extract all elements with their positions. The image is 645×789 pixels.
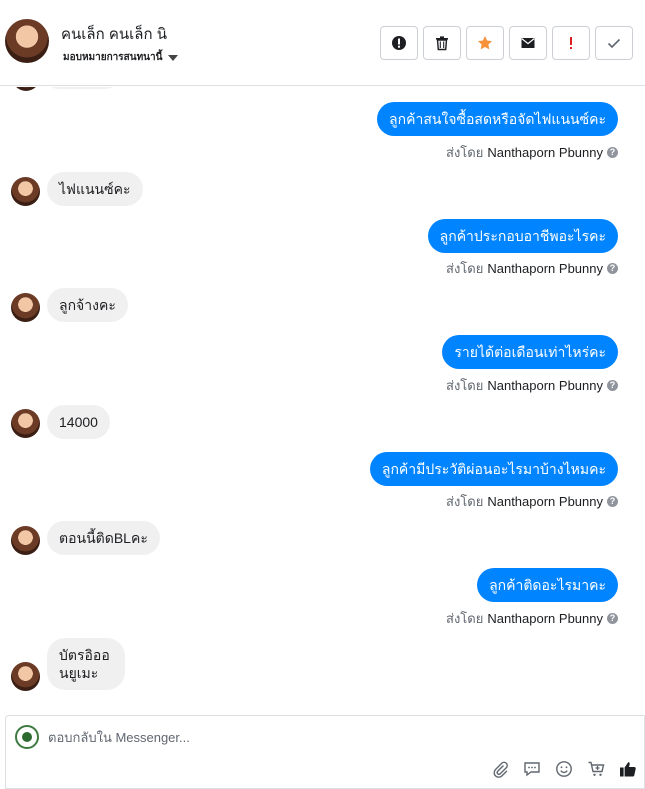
sent-by-prefix: ส่งโดย xyxy=(446,145,484,160)
help-icon[interactable]: ? xyxy=(607,263,618,274)
sent-by-prefix: ส่งโดย xyxy=(446,378,484,393)
reply-input[interactable] xyxy=(48,730,608,745)
sent-by-line: ส่งโดย Nanthaporn Pbunny ? xyxy=(446,142,618,163)
shop-button[interactable] xyxy=(586,759,606,779)
customer-avatar-small xyxy=(11,409,40,438)
incoming-message: ลูกจ้างคะ xyxy=(47,288,128,322)
paperclip-icon xyxy=(493,761,508,778)
incoming-message-partial xyxy=(47,87,117,89)
page-logo xyxy=(15,725,39,749)
like-button[interactable] xyxy=(618,759,638,779)
message-thread[interactable]: ลูกค้าสนใจซื้อสดหรือจัดไฟแนนซ์คะ ส่งโดย … xyxy=(0,87,645,715)
customer-avatar-small xyxy=(11,177,40,206)
outgoing-message-text: ลูกค้าประกอบอาชีพอะไรคะ xyxy=(427,219,618,253)
sent-by-prefix: ส่งโดย xyxy=(446,494,484,509)
sent-by-line: ส่งโดย Nanthaporn Pbunny ? xyxy=(446,375,618,396)
sender-name[interactable]: Nanthaporn Pbunny xyxy=(487,145,603,160)
mark-spam-button[interactable] xyxy=(380,26,418,60)
sender-name[interactable]: Nanthaporn Pbunny xyxy=(487,494,603,509)
outgoing-message: รายได้ต่อเดือนเท่าไหร่คะ xyxy=(442,335,618,369)
attach-button[interactable] xyxy=(490,759,510,779)
sender-name[interactable]: Nanthaporn Pbunny xyxy=(487,378,603,393)
composer-tools xyxy=(490,759,638,779)
incoming-message: ตอนนี้ติดBLคะ xyxy=(47,521,160,555)
emoji-button[interactable] xyxy=(554,759,574,779)
outgoing-message: ลูกค้าสนใจซื้อสดหรือจัดไฟแนนซ์คะ xyxy=(377,102,618,136)
sent-by-prefix: ส่งโดย xyxy=(446,611,484,626)
help-icon[interactable]: ? xyxy=(607,613,618,624)
outgoing-message-text: ลูกค้าติดอะไรมาคะ xyxy=(477,568,618,602)
exclamation-icon xyxy=(570,37,572,49)
incoming-message: 14000 xyxy=(47,405,110,439)
delete-button[interactable] xyxy=(423,26,461,60)
customer-avatar-small xyxy=(11,526,40,555)
thumbs-up-icon xyxy=(620,762,636,777)
customer-avatar-small xyxy=(11,293,40,322)
customer-name[interactable]: คนเล็ก คนเล็ก นิ xyxy=(61,22,167,46)
trash-icon xyxy=(436,36,448,51)
incoming-message-text: ไฟแนนซ์คะ xyxy=(47,172,143,206)
alert-circle-icon xyxy=(392,36,406,50)
sent-by-line: ส่งโดย Nanthaporn Pbunny ? xyxy=(446,608,618,629)
sender-name[interactable]: Nanthaporn Pbunny xyxy=(487,611,603,626)
envelope-icon xyxy=(521,38,535,48)
customer-avatar[interactable] xyxy=(5,19,49,63)
star-icon xyxy=(478,36,492,50)
reply-composer xyxy=(5,715,645,789)
help-icon[interactable]: ? xyxy=(607,380,618,391)
incoming-message-text: 14000 xyxy=(47,405,110,439)
sent-by-line: ส่งโดย Nanthaporn Pbunny ? xyxy=(446,491,618,512)
sender-name[interactable]: Nanthaporn Pbunny xyxy=(487,261,603,276)
cart-icon xyxy=(588,761,605,776)
emoji-icon xyxy=(556,761,572,777)
speech-bubble-icon xyxy=(524,762,540,777)
outgoing-message-text: ลูกค้ามีประวัติผ่อนอะไรมาบ้างไหมคะ xyxy=(369,452,618,486)
mark-done-button[interactable] xyxy=(595,26,633,60)
mark-unread-button[interactable] xyxy=(509,26,547,60)
sent-by-prefix: ส่งโดย xyxy=(446,261,484,276)
sent-by-line: ส่งโดย Nanthaporn Pbunny ? xyxy=(446,258,618,279)
incoming-message-text: ตอนนี้ติดBLคะ xyxy=(47,521,160,555)
outgoing-message: ลูกค้ามีประวัติผ่อนอะไรมาบ้างไหมคะ xyxy=(369,452,618,486)
outgoing-message: ลูกค้าประกอบอาชีพอะไรคะ xyxy=(427,219,618,253)
outgoing-message: ลูกค้าติดอะไรมาคะ xyxy=(477,568,618,602)
outgoing-message-text: ลูกค้าสนใจซื้อสดหรือจัดไฟแนนซ์คะ xyxy=(377,102,618,136)
help-icon[interactable]: ? xyxy=(607,147,618,158)
check-icon xyxy=(607,38,621,49)
saved-replies-button[interactable] xyxy=(522,759,542,779)
assign-conversation-dropdown[interactable]: มอบหมายการสนทนานี้ xyxy=(63,50,179,65)
caret-down-icon xyxy=(168,54,179,61)
assign-label: มอบหมายการสนทนานี้ xyxy=(63,52,163,63)
header-actions xyxy=(380,26,633,60)
incoming-message: ไฟแนนซ์คะ xyxy=(47,172,143,206)
outgoing-message-text: รายได้ต่อเดือนเท่าไหร่คะ xyxy=(442,335,618,369)
conversation-header: คนเล็ก คนเล็ก นิ มอบหมายการสนทนานี้ xyxy=(0,0,645,86)
follow-up-button[interactable] xyxy=(552,26,590,60)
star-button[interactable] xyxy=(466,26,504,60)
customer-avatar-small xyxy=(12,87,40,91)
incoming-message-text: ลูกจ้างคะ xyxy=(47,288,128,322)
incoming-message: บัตรอิออนยูเมะ xyxy=(47,638,125,690)
help-icon[interactable]: ? xyxy=(607,496,618,507)
customer-avatar-small xyxy=(11,662,40,691)
incoming-message-text: บัตรอิออนยูเมะ xyxy=(47,638,125,690)
